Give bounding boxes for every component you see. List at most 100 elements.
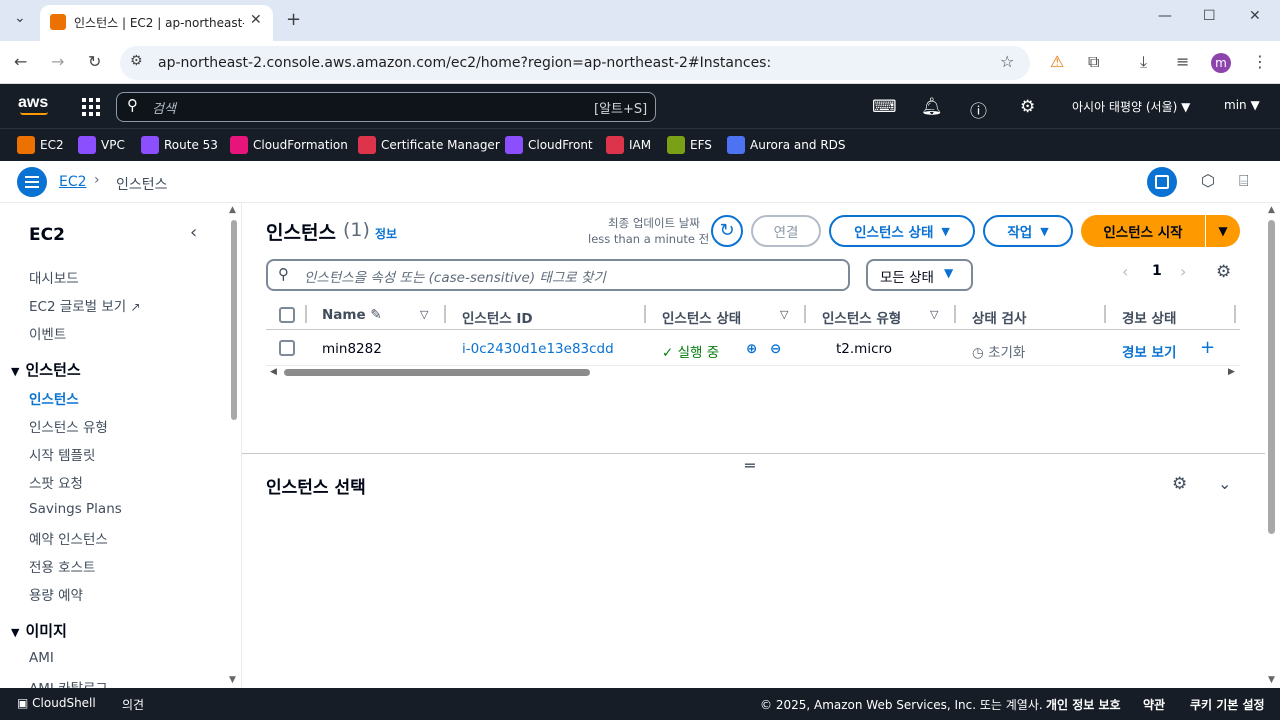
close-window-icon[interactable]: ✕ — [1249, 8, 1261, 24]
favorite-cloudformation[interactable]: CloudFormation — [230, 135, 348, 155]
scroll-right-icon[interactable]: ▶ — [1228, 367, 1235, 377]
favorite-aurora-rds[interactable]: Aurora and RDS — [727, 135, 846, 155]
current-page[interactable]: 1 — [1152, 263, 1162, 279]
favorite-vpc[interactable]: VPC — [78, 135, 125, 155]
account-menu[interactable]: min ▼ — [1224, 98, 1260, 112]
breadcrumb-ec2-link[interactable]: EC2 — [59, 174, 87, 190]
view-alarms-link[interactable]: 경보 보기 — [1122, 341, 1176, 361]
zoom-out-icon[interactable]: ⊖ — [770, 341, 781, 357]
sidebar-item-events[interactable]: 이벤트 — [29, 323, 66, 343]
aws-search-input[interactable] — [116, 92, 656, 122]
scroll-up-icon[interactable]: ▲ — [1268, 205, 1275, 215]
sort-caret-icon[interactable]: ▽ — [930, 308, 938, 321]
close-tab-icon[interactable]: ✕ — [250, 12, 262, 28]
sidebar-item-ami[interactable]: AMI — [29, 650, 54, 666]
connect-button[interactable]: 연결 — [751, 215, 821, 247]
column-header-alarm-status[interactable]: 경보 상태 — [1122, 307, 1176, 327]
sidebar-collapse-icon[interactable]: ‹ — [190, 222, 197, 243]
actions-button[interactable]: 작업 ▼ — [983, 215, 1073, 247]
sidebar-item-ami-catalog[interactable]: AMI 카탈로그 — [29, 677, 108, 688]
sidebar-item-launch-templates[interactable]: 시작 템플릿 — [29, 444, 95, 464]
column-header-instance-type[interactable]: 인스턴스 유형 — [822, 307, 901, 327]
zoom-in-icon[interactable]: ⊕ — [746, 341, 757, 357]
reload-icon[interactable]: ↻ — [88, 52, 101, 71]
table-preferences-gear-icon[interactable]: ⚙ — [1216, 262, 1231, 282]
sidebar-item-capacity-reservations[interactable]: 용량 예약 — [29, 584, 83, 604]
sidebar-item-global-view[interactable]: EC2 글로벌 보기 ↗ — [29, 295, 141, 315]
favorite-efs[interactable]: EFS — [667, 135, 712, 155]
help-icon[interactable]: ⓘ — [970, 97, 987, 122]
main-scrollbar[interactable] — [1268, 220, 1275, 534]
extension-alert-icon[interactable]: ⚠ — [1050, 52, 1064, 71]
sort-caret-icon[interactable]: ▽ — [420, 308, 428, 321]
info-link[interactable]: 정보 — [375, 225, 397, 242]
scroll-down-icon[interactable]: ▼ — [229, 675, 236, 685]
back-icon[interactable]: ← — [14, 52, 27, 71]
url-text[interactable]: ap-northeast-2.console.aws.amazon.com/ec… — [158, 55, 771, 71]
minimize-icon[interactable]: — — [1158, 8, 1172, 24]
new-tab-icon[interactable]: + — [286, 9, 301, 30]
aws-logo[interactable]: aws — [18, 94, 48, 112]
sidebar-item-spot-requests[interactable]: 스팟 요청 — [29, 472, 83, 492]
region-selector[interactable]: 아시아 태평양 (서울) ▼ — [1072, 98, 1190, 115]
instance-state-button[interactable]: 인스턴스 상태 ▼ — [829, 215, 975, 247]
media-control-icon[interactable]: ≡ — [1176, 52, 1189, 71]
privacy-link[interactable]: 개인 정보 보호 — [1046, 696, 1121, 713]
settings-gear-icon[interactable]: ⚙ — [1020, 97, 1035, 117]
sidebar-section-instances[interactable]: ▼ 인스턴스 — [11, 359, 81, 380]
cookie-preferences-link[interactable]: 쿠키 기본 설정 — [1190, 696, 1265, 713]
site-info-icon[interactable]: ⚙ — [130, 53, 143, 69]
split-panel-gear-icon[interactable]: ⚙ — [1172, 474, 1187, 494]
cloudshell-icon[interactable]: ⌨ — [872, 97, 897, 117]
notifications-panel-icon[interactable]: ⬡ — [1201, 171, 1215, 190]
services-grid-icon[interactable] — [82, 98, 100, 116]
column-header-name[interactable]: Name ✎ — [322, 307, 382, 323]
tools-panel-icon[interactable]: ⌸ — [1239, 171, 1249, 191]
sort-caret-icon[interactable]: ▽ — [780, 308, 788, 321]
scroll-down-icon[interactable]: ▼ — [1268, 675, 1275, 685]
nav-menu-button[interactable] — [17, 167, 47, 197]
add-alarm-icon[interactable]: + — [1200, 337, 1215, 358]
sidebar-item-instances[interactable]: 인스턴스 — [29, 388, 79, 408]
browser-tab[interactable]: 인스턴스 | EC2 | ap-northeast- ✕ — [40, 5, 273, 41]
column-header-status-check[interactable]: 상태 검사 — [972, 307, 1026, 327]
row-checkbox[interactable] — [279, 340, 295, 356]
profile-avatar[interactable]: m — [1211, 53, 1231, 73]
download-icon[interactable]: ⤓ — [1140, 52, 1147, 72]
terms-link[interactable]: 약관 — [1143, 696, 1165, 713]
notifications-bell-icon[interactable]: 🔔︎ — [921, 97, 943, 117]
instance-id-link[interactable]: i-0c2430d1e13e83cdd — [462, 341, 614, 357]
favorite-ec2[interactable]: EC2 — [17, 135, 64, 155]
favorite-cloudfront[interactable]: CloudFront — [505, 135, 593, 155]
sidebar-scrollbar[interactable] — [231, 220, 237, 420]
forward-icon[interactable]: → — [51, 52, 64, 71]
sidebar-item-dedicated-hosts[interactable]: 전용 호스트 — [29, 556, 95, 576]
table-horizontal-scrollbar[interactable] — [284, 369, 590, 376]
feedback-link[interactable]: 의견 — [122, 696, 144, 713]
sidebar-item-dashboard[interactable]: 대시보드 — [29, 267, 79, 287]
select-all-checkbox[interactable] — [279, 307, 295, 323]
next-page-icon[interactable]: › — [1180, 262, 1186, 281]
scroll-up-icon[interactable]: ▲ — [229, 205, 236, 215]
sidebar-item-reserved-instances[interactable]: 예약 인스턴스 — [29, 528, 108, 548]
maximize-icon[interactable]: ☐ — [1203, 8, 1216, 24]
split-panel-toggle-button[interactable] — [1147, 167, 1177, 197]
column-header-instance-state[interactable]: 인스턴스 상태 — [662, 307, 741, 327]
sidebar-section-images[interactable]: ▼ 이미지 — [11, 620, 67, 641]
launch-instance-button[interactable]: 인스턴스 시작 — [1081, 215, 1205, 247]
favorite-route53[interactable]: Route 53 — [141, 135, 218, 155]
scroll-left-icon[interactable]: ◀ — [270, 367, 277, 377]
bookmark-star-icon[interactable]: ☆ — [1000, 52, 1014, 71]
sidebar-item-savings-plans[interactable]: Savings Plans — [29, 501, 122, 517]
column-header-instance-id[interactable]: 인스턴스 ID — [462, 307, 533, 327]
extensions-icon[interactable]: ⧉ — [1088, 52, 1099, 72]
refresh-button[interactable]: ↻ — [711, 215, 743, 247]
cloudshell-button[interactable]: ▣ CloudShell — [17, 696, 96, 710]
chevron-down-icon[interactable]: ⌄ — [1218, 474, 1231, 493]
browser-menu-icon[interactable]: ⋮ — [1252, 52, 1268, 71]
resize-handle-icon[interactable]: ═ — [745, 456, 755, 475]
previous-page-icon[interactable]: ‹ — [1122, 262, 1128, 281]
launch-instance-dropdown[interactable]: ▼ — [1205, 215, 1240, 247]
favorite-certificate-manager[interactable]: Certificate Manager — [358, 135, 500, 155]
tab-list-icon[interactable]: ⌄ — [14, 10, 26, 26]
